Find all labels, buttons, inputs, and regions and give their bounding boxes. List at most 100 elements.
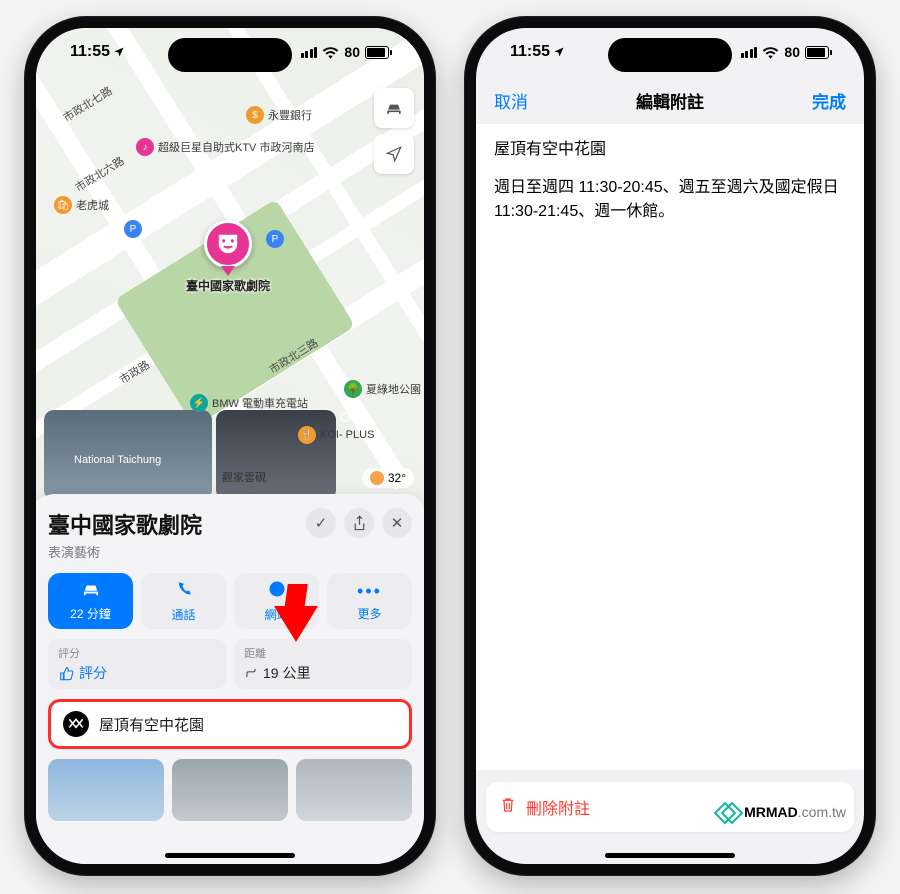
photo-gallery xyxy=(48,759,412,821)
directions-button[interactable]: 22 分鐘 xyxy=(48,573,133,629)
poi-ktv[interactable]: ♪ 超級巨星自助式KTV 市政河南店 xyxy=(136,138,314,156)
tree-icon: 🌳 xyxy=(344,380,362,398)
rating-header: 評分 xyxy=(58,645,216,661)
place-sheet: 臺中國家歌劇院 表演藝術 ✓ ✕ 22 分鐘 xyxy=(36,494,424,864)
check-icon: ✓ xyxy=(315,514,328,532)
sun-icon xyxy=(370,471,384,485)
battery-icon xyxy=(805,46,832,59)
route-icon xyxy=(244,666,258,680)
mark-done-button[interactable]: ✓ xyxy=(306,508,336,538)
share-button[interactable] xyxy=(344,508,374,538)
photo-thumb[interactable]: 觀家雲硯 xyxy=(216,410,336,500)
parking-icon: P xyxy=(124,220,142,238)
rating-card[interactable]: 評分 評分 xyxy=(48,639,226,689)
status-right: 80 xyxy=(301,44,392,60)
distance-value: 19 公里 xyxy=(244,663,402,683)
poi-label: 永豐銀行 xyxy=(268,107,312,123)
thumbs-up-icon xyxy=(58,665,74,681)
weather-chip[interactable]: 32° xyxy=(362,468,414,488)
poi-parking[interactable]: P xyxy=(124,220,142,238)
distance-header: 距離 xyxy=(244,645,402,661)
close-button[interactable]: ✕ xyxy=(382,508,412,538)
bag-icon: 🛍 xyxy=(54,196,72,214)
cellular-icon xyxy=(741,47,758,58)
poi-bank[interactable]: $ 永豐銀行 xyxy=(246,106,312,124)
close-icon: ✕ xyxy=(391,514,404,532)
delete-label: 刪除附註 xyxy=(526,795,590,819)
more-label: 更多 xyxy=(357,605,381,622)
call-button[interactable]: 通話 xyxy=(141,573,226,629)
screen-left: 11:55 80 市政北七路 市政北六路 市政路 市政北三路 $ 永豐銀行 xyxy=(36,28,424,864)
action-row: 22 分鐘 通話 網站 ••• 更多 xyxy=(48,573,412,629)
poi-mall[interactable]: 🛍 老虎城 xyxy=(54,196,109,214)
photo-caption: 觀家雲硯 xyxy=(222,472,266,484)
gallery-item[interactable] xyxy=(48,759,164,821)
music-icon: ♪ xyxy=(136,138,154,156)
metrics-row: 評分 評分 距離 19 公里 xyxy=(48,639,412,689)
food-icon: 🍴 xyxy=(298,426,316,444)
car-icon xyxy=(80,581,102,602)
home-indicator[interactable] xyxy=(605,853,735,858)
temperature-value: 32° xyxy=(388,471,406,485)
directions-label: 22 分鐘 xyxy=(70,605,111,622)
car-icon xyxy=(384,100,404,116)
cancel-button[interactable]: 取消 xyxy=(494,88,528,113)
poi-label: 老虎城 xyxy=(76,197,109,213)
photo-thumb[interactable]: National Taichung xyxy=(44,410,212,500)
wifi-icon xyxy=(322,46,339,59)
phone-right: 11:55 80 取消 編輯附註 完成 屋頂有空中花園 週日至週四 11:30-… xyxy=(464,16,876,876)
done-button[interactable]: 完成 xyxy=(812,88,846,113)
bank-icon: $ xyxy=(246,106,264,124)
poi-label: 夏綠地公園 xyxy=(366,381,421,397)
theatre-mask-icon xyxy=(204,220,252,268)
share-icon xyxy=(352,515,367,532)
watermark-brand: MRMAD xyxy=(744,804,798,820)
phone-icon xyxy=(175,580,193,603)
place-category: 表演藝術 xyxy=(48,542,202,561)
more-icon: ••• xyxy=(357,581,382,602)
status-right: 80 xyxy=(741,44,832,60)
road-label: 市政路 xyxy=(116,356,152,387)
poi-label: KOI- PLUS xyxy=(320,429,374,441)
ev-icon: ⚡ xyxy=(190,394,208,412)
poi-label: BMW 電動車充電站 xyxy=(212,395,308,411)
edit-note-header: 取消 編輯附註 完成 xyxy=(476,80,864,120)
note-textarea[interactable]: 屋頂有空中花園 週日至週四 11:30-20:45、週五至週六及國定假日 11:… xyxy=(476,124,864,770)
dynamic-island xyxy=(608,38,732,72)
page-title: 編輯附註 xyxy=(636,88,704,113)
dynamic-island xyxy=(168,38,292,72)
home-indicator[interactable] xyxy=(165,853,295,858)
poi-cafe[interactable]: 🍴 KOI- PLUS xyxy=(298,426,374,444)
clock-text: 11:55 xyxy=(70,43,110,61)
location-arrow-icon xyxy=(385,145,403,163)
note-line: 週日至週四 11:30-20:45、週五至週六及國定假日 11:30-21:45… xyxy=(494,176,846,224)
call-label: 通話 xyxy=(171,606,195,623)
trash-icon xyxy=(500,796,516,819)
note-row[interactable]: 屋頂有空中花園 xyxy=(48,699,412,749)
locate-me-button[interactable] xyxy=(374,134,414,174)
battery-pct: 80 xyxy=(784,44,800,60)
clock-text: 11:55 xyxy=(510,43,550,61)
gallery-item[interactable] xyxy=(172,759,288,821)
binoculars-icon xyxy=(340,411,360,423)
poi-park[interactable]: 🌳 夏綠地公園 xyxy=(344,380,421,398)
poi-label: 超級巨星自助式KTV 市政河南店 xyxy=(158,139,314,155)
compass-icon xyxy=(268,580,286,603)
distance-card[interactable]: 距離 19 公里 xyxy=(234,639,412,689)
watermark: MRMAD.com.tw xyxy=(718,802,846,822)
map-controls xyxy=(374,88,414,174)
location-services-icon xyxy=(113,46,125,58)
phone-left: 11:55 80 市政北七路 市政北六路 市政路 市政北三路 $ 永豐銀行 xyxy=(24,16,436,876)
status-time: 11:55 xyxy=(510,43,565,61)
note-text: 屋頂有空中花園 xyxy=(99,714,204,735)
battery-pct: 80 xyxy=(344,44,360,60)
map-mode-button[interactable] xyxy=(374,88,414,128)
place-pin[interactable]: 臺中國家歌劇院 xyxy=(186,220,270,294)
more-button[interactable]: ••• 更多 xyxy=(327,573,412,629)
gallery-item[interactable] xyxy=(296,759,412,821)
lookaround-button[interactable] xyxy=(340,410,360,500)
poi-ev[interactable]: ⚡ BMW 電動車充電站 xyxy=(190,394,308,412)
photo-caption: National Taichung xyxy=(74,454,161,466)
battery-icon xyxy=(365,46,392,59)
wifi-icon xyxy=(762,46,779,59)
